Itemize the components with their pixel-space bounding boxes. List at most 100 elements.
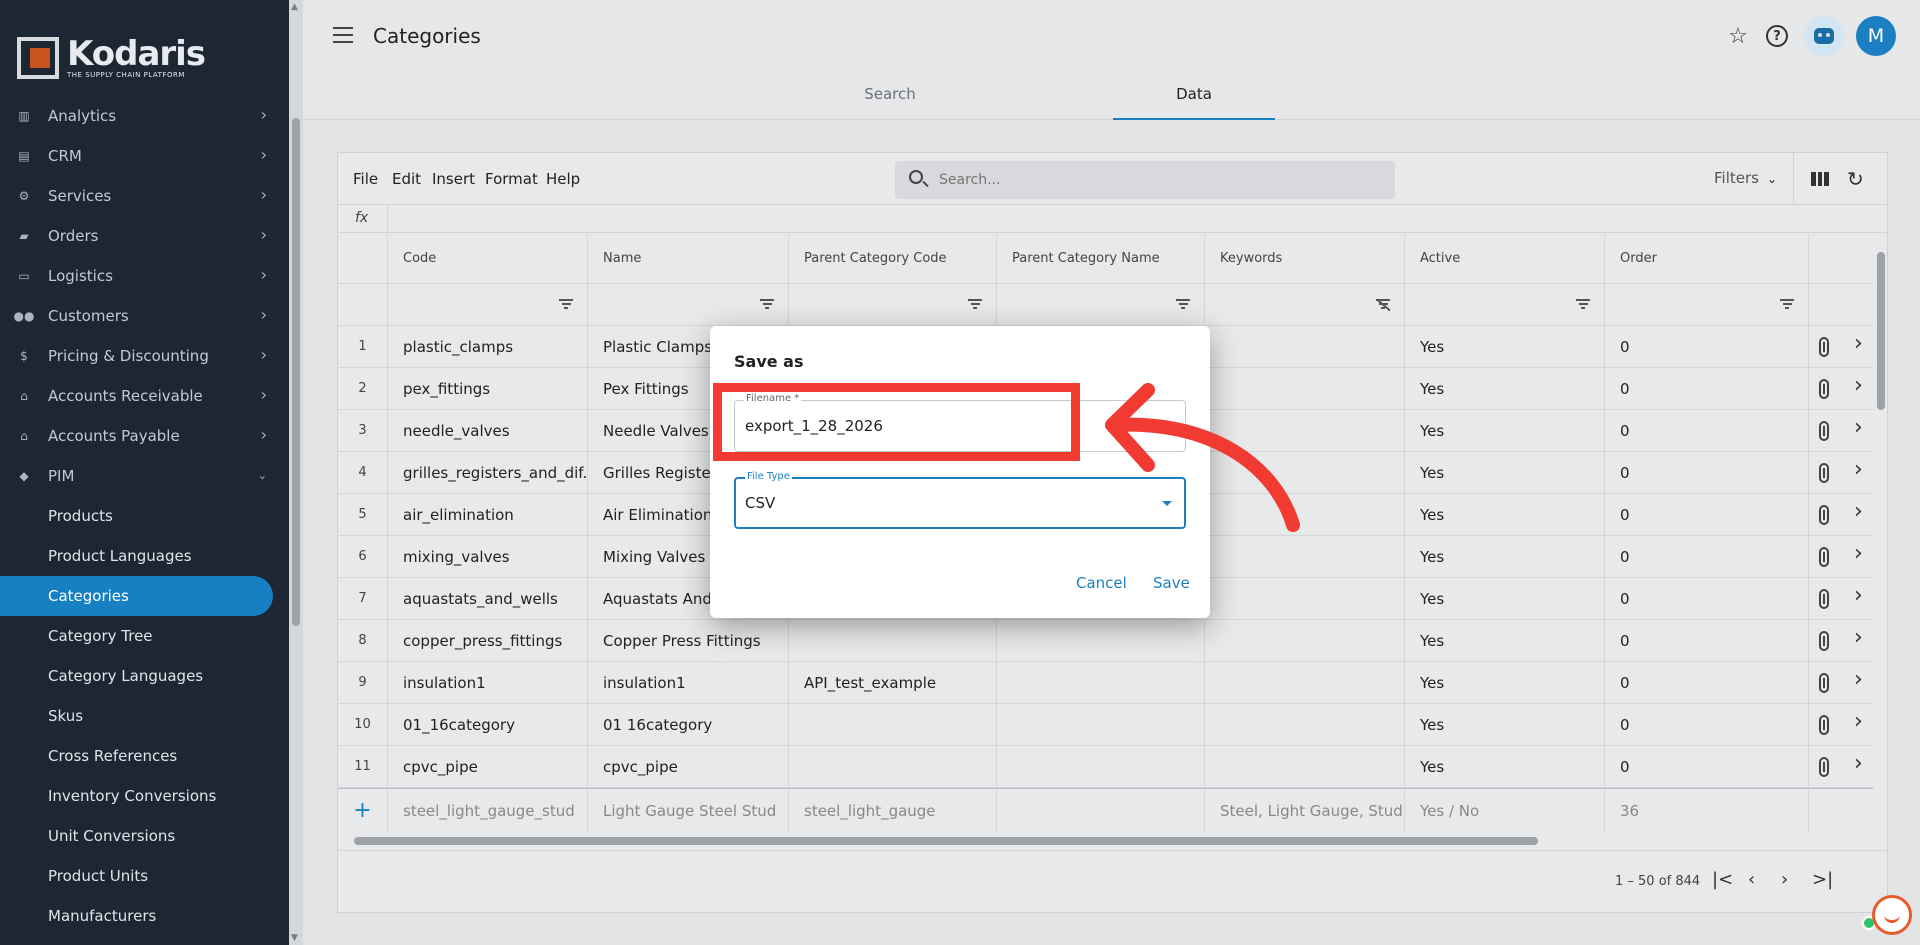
- column-header-keywords[interactable]: Keywords: [1205, 234, 1405, 283]
- new-row-placeholder-active[interactable]: Yes / No: [1405, 789, 1605, 832]
- cell-keywords[interactable]: [1205, 326, 1405, 367]
- cell-parent-category-name[interactable]: [997, 620, 1205, 661]
- cell-parent-category-code[interactable]: [789, 704, 997, 745]
- grid-horizontal-scrollbar-thumb[interactable]: [354, 837, 1538, 845]
- menu-format[interactable]: Format: [485, 170, 538, 188]
- cell-parent-category-code[interactable]: [789, 620, 997, 661]
- chevron-right-icon[interactable]: ›: [1854, 373, 1863, 398]
- attachment-icon[interactable]: [1819, 673, 1829, 693]
- cell-code[interactable]: 01_16category: [388, 704, 588, 745]
- cell-order[interactable]: 0: [1605, 620, 1809, 661]
- cell-active[interactable]: Yes: [1405, 368, 1605, 409]
- cell-name[interactable]: insulation1: [588, 662, 789, 703]
- cell-active[interactable]: Yes: [1405, 452, 1605, 493]
- cell-order[interactable]: 0: [1605, 410, 1809, 451]
- scroll-down-arrow-icon[interactable]: ▼: [291, 933, 298, 943]
- cancel-button[interactable]: Cancel: [1076, 574, 1127, 592]
- chevron-right-icon[interactable]: ›: [1854, 457, 1863, 482]
- table-row[interactable]: 9 insulation1 insulation1 API_test_example Y…: [338, 662, 1873, 704]
- chevron-right-icon[interactable]: ›: [1854, 667, 1863, 692]
- grid-search-box[interactable]: [895, 161, 1395, 199]
- help-icon[interactable]: ?: [1766, 25, 1788, 47]
- cell-order[interactable]: 0: [1605, 494, 1809, 535]
- cell-code[interactable]: insulation1: [388, 662, 588, 703]
- cell-order[interactable]: 0: [1605, 746, 1809, 787]
- sidebar-scrollbar[interactable]: ▲ ▼: [289, 0, 303, 945]
- new-row-placeholder-parent-category-name[interactable]: [997, 789, 1205, 832]
- filter-cell-parent-category-name[interactable]: [997, 284, 1205, 325]
- chevron-right-icon[interactable]: ›: [1854, 709, 1863, 734]
- cell-order[interactable]: 0: [1605, 704, 1809, 745]
- cell-keywords[interactable]: [1205, 662, 1405, 703]
- new-row-placeholder-name[interactable]: Light Gauge Steel Stud: [588, 789, 789, 832]
- sidebar-subitem-inventory-conversions[interactable]: Inventory Conversions: [0, 776, 275, 816]
- filter-cell-name[interactable]: [588, 284, 789, 325]
- hamburger-menu-icon[interactable]: [333, 27, 353, 43]
- cell-keywords[interactable]: [1205, 536, 1405, 577]
- grid-search-input[interactable]: [939, 161, 1379, 199]
- filters-button[interactable]: Filters ⌄: [1714, 169, 1777, 187]
- table-row[interactable]: 8 copper_press_fittings Copper Press Fitti…: [338, 620, 1873, 662]
- cell-keywords[interactable]: [1205, 746, 1405, 787]
- column-header-name[interactable]: Name: [588, 234, 789, 283]
- formula-bar[interactable]: fx: [338, 205, 1887, 233]
- cell-keywords[interactable]: [1205, 620, 1405, 661]
- sidebar-subitem-skus[interactable]: Skus: [0, 696, 275, 736]
- sidebar-item-accounts-payable[interactable]: ⌂ Accounts Payable ›: [0, 416, 275, 456]
- filter-icon[interactable]: [968, 299, 982, 310]
- column-header-parent-category-name[interactable]: Parent Category Name: [997, 234, 1205, 283]
- attachment-icon[interactable]: [1819, 337, 1829, 357]
- sidebar-item-pricing-discounting[interactable]: $ Pricing & Discounting ›: [0, 336, 275, 376]
- sidebar-subitem-unit-conversions[interactable]: Unit Conversions: [0, 816, 275, 856]
- sidebar-item-crm[interactable]: ▤ CRM ›: [0, 136, 275, 176]
- attachment-icon[interactable]: [1819, 505, 1829, 525]
- new-row-placeholder-keywords[interactable]: Steel, Light Gauge, Stud: [1205, 789, 1405, 832]
- next-page-icon[interactable]: ›: [1781, 869, 1788, 890]
- scroll-up-arrow-icon[interactable]: ▲: [291, 2, 298, 12]
- sidebar-subitem-cross-references[interactable]: Cross References: [0, 736, 275, 776]
- attachment-icon[interactable]: [1819, 715, 1829, 735]
- cell-parent-category-code[interactable]: API_test_example: [789, 662, 997, 703]
- cell-code[interactable]: aquastats_and_wells: [388, 578, 588, 619]
- attachment-icon[interactable]: [1819, 631, 1829, 651]
- sidebar-item-pim[interactable]: ◆ PIM ⌄: [0, 456, 275, 496]
- cell-active[interactable]: Yes: [1405, 662, 1605, 703]
- table-row[interactable]: 10 01_16category 01 16category Yes 0 ›: [338, 704, 1873, 746]
- sidebar-subitem-products[interactable]: Products: [0, 496, 275, 536]
- kodaris-logo[interactable]: Kodaris THE SUPPLY CHAIN PLATFORM: [17, 36, 206, 80]
- cell-active[interactable]: Yes: [1405, 620, 1605, 661]
- sidebar-item-customers[interactable]: ●● Customers ›: [0, 296, 275, 336]
- filter-off-icon[interactable]: [1376, 299, 1390, 310]
- attachment-icon[interactable]: [1819, 421, 1829, 441]
- table-row[interactable]: 11 cpvc_pipe cpvc_pipe Yes 0 ›: [338, 746, 1873, 788]
- menu-insert[interactable]: Insert: [432, 170, 475, 188]
- cell-active[interactable]: Yes: [1405, 746, 1605, 787]
- cell-code[interactable]: cpvc_pipe: [388, 746, 588, 787]
- sidebar-subitem-category-languages[interactable]: Category Languages: [0, 656, 275, 696]
- filter-icon[interactable]: [559, 299, 573, 310]
- chevron-right-icon[interactable]: ›: [1854, 583, 1863, 608]
- cell-active[interactable]: Yes: [1405, 704, 1605, 745]
- chevron-right-icon[interactable]: ›: [1854, 625, 1863, 650]
- filter-cell-order[interactable]: [1605, 284, 1809, 325]
- cell-active[interactable]: Yes: [1405, 536, 1605, 577]
- sidebar-subitem-product-languages[interactable]: Product Languages: [0, 536, 275, 576]
- tab-search[interactable]: Search: [810, 76, 970, 120]
- filter-cell-active[interactable]: [1405, 284, 1605, 325]
- sidebar-item-analytics[interactable]: ▥ Analytics ›: [0, 96, 275, 136]
- sidebar-subitem-categories[interactable]: Categories: [0, 576, 273, 616]
- attachment-icon[interactable]: [1819, 379, 1829, 399]
- new-row-placeholder-code[interactable]: steel_light_gauge_stud: [388, 789, 588, 832]
- cell-code[interactable]: plastic_clamps: [388, 326, 588, 367]
- new-row-template[interactable]: + steel_light_gauge_stud Light Gauge Steel…: [338, 788, 1873, 832]
- attachment-icon[interactable]: [1819, 547, 1829, 567]
- filter-cell-parent-category-code[interactable]: [789, 284, 997, 325]
- menu-edit[interactable]: Edit: [392, 170, 421, 188]
- sidebar-item-orders[interactable]: ▰ Orders ›: [0, 216, 275, 256]
- cell-order[interactable]: 0: [1605, 578, 1809, 619]
- grid-vertical-scrollbar[interactable]: [1874, 234, 1888, 834]
- new-row-placeholder-order[interactable]: 36: [1605, 789, 1809, 832]
- column-header-code[interactable]: Code: [388, 234, 588, 283]
- sidebar-subitem-manufacturers[interactable]: Manufacturers: [0, 896, 275, 936]
- sidebar-item-services[interactable]: ⚙ Services ›: [0, 176, 275, 216]
